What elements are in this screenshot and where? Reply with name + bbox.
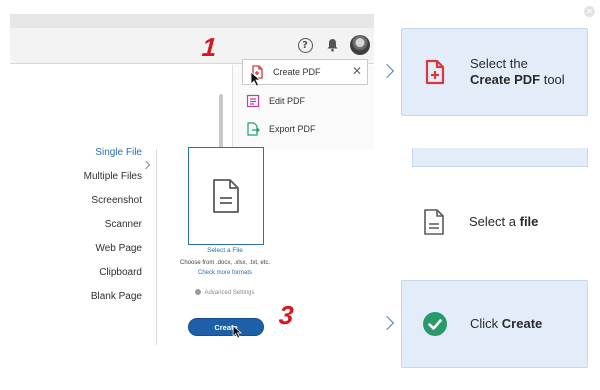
step-number-3: 3 xyxy=(277,300,295,330)
tool-label: Edit PDF xyxy=(269,96,306,106)
window-titlebar xyxy=(10,14,374,28)
file-type-scanner[interactable]: Scanner xyxy=(105,219,142,230)
edit-pdf-icon xyxy=(244,92,262,110)
bell-icon[interactable] xyxy=(323,36,341,54)
document-icon xyxy=(419,207,449,237)
file-type-screenshot[interactable]: Screenshot xyxy=(91,195,142,206)
create-button[interactable]: Create xyxy=(188,318,264,336)
mouse-pointer-icon xyxy=(232,325,242,339)
check-circle-icon xyxy=(420,309,450,339)
app-screenshot: ? Create PDF ✕ Edit PDF Export PDF Singl… xyxy=(10,14,374,380)
create-pdf-icon xyxy=(420,57,450,87)
step-2-card-edge xyxy=(412,148,588,167)
file-drop-area[interactable] xyxy=(188,147,264,245)
mouse-pointer-icon xyxy=(250,71,262,87)
instruction-text: Select the Create PDF tool xyxy=(470,56,565,87)
file-type-hint: Choose from .docx, .xlsx, .txt, etc. xyxy=(179,260,271,266)
user-avatar[interactable] xyxy=(350,35,370,55)
help-circle-icon[interactable]: ? xyxy=(296,36,314,54)
document-scrollbar[interactable] xyxy=(219,94,223,154)
advanced-settings[interactable]: Advanced Settings xyxy=(150,289,300,296)
tool-edit-pdf[interactable]: Edit PDF xyxy=(244,89,305,113)
instruction-step-3: Click Create xyxy=(401,280,588,368)
export-pdf-icon xyxy=(244,120,262,138)
step-number-1: 1 xyxy=(200,32,218,62)
document-icon xyxy=(213,179,239,213)
file-type-multiple-files[interactable]: Multiple Files xyxy=(84,171,142,182)
tool-label: Create PDF xyxy=(273,67,321,77)
select-file-link[interactable]: Select a File xyxy=(150,247,300,254)
file-type-web-page[interactable]: Web Page xyxy=(95,243,142,254)
document-area xyxy=(10,65,220,149)
file-type-clipboard[interactable]: Clipboard xyxy=(99,267,142,278)
tool-export-pdf[interactable]: Export PDF xyxy=(244,117,316,141)
file-type-blank-page[interactable]: Blank Page xyxy=(91,291,142,302)
instruction-text: Select a file xyxy=(469,214,539,229)
instruction-text: Click Create xyxy=(470,316,543,331)
tool-label: Export PDF xyxy=(269,124,316,134)
dismiss-icon[interactable]: ✕ xyxy=(584,6,595,17)
instruction-step-2: Select a file xyxy=(401,198,588,246)
check-formats-link[interactable]: Check more formats xyxy=(150,270,300,276)
instruction-step-1: Select the Create PDF tool xyxy=(401,28,588,116)
file-type-single-file[interactable]: Single File xyxy=(95,147,142,158)
advanced-settings-label: Advanced Settings xyxy=(204,290,255,296)
close-icon[interactable]: ✕ xyxy=(352,65,362,77)
gear-icon xyxy=(195,289,202,295)
